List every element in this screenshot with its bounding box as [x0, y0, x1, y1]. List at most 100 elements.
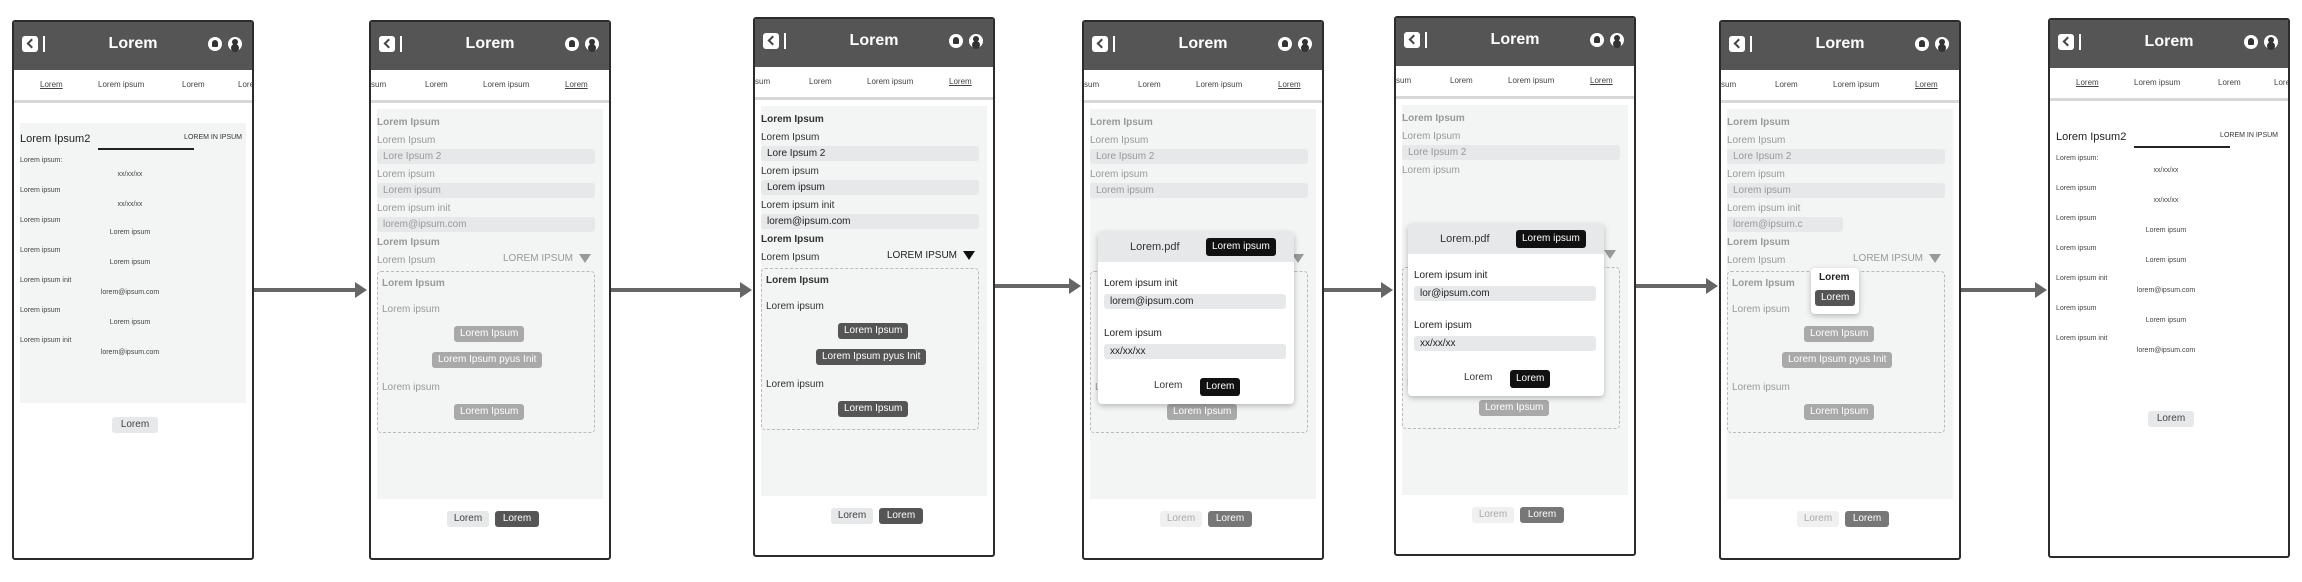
profile-icon[interactable]	[1298, 37, 1312, 51]
tab-4[interactable]: Lorem	[1915, 80, 1938, 89]
screen-6: Lorem sum Lorem Lorem ipsum Lorem Lorem …	[1719, 20, 1961, 560]
date-field[interactable]: xx/xx/xx	[1104, 344, 1286, 359]
notification-icon[interactable]	[565, 37, 579, 51]
cancel-button[interactable]: Lorem	[1148, 378, 1189, 394]
tab-1[interactable]: sum	[1396, 76, 1411, 85]
confirm-button[interactable]: Lorem	[1510, 370, 1551, 388]
upload-button[interactable]: Lorem Ipsum	[454, 326, 525, 342]
tab-2[interactable]: Lorem ipsum	[2134, 78, 2180, 87]
tab-3[interactable]: Lorem ipsum	[867, 77, 913, 86]
secondary-button[interactable]: Lorem	[1797, 511, 1839, 527]
upload-button[interactable]: Lorem Ipsum pyus Init	[1782, 352, 1893, 368]
notification-icon[interactable]	[1278, 37, 1292, 51]
tab-1[interactable]: sum	[1721, 80, 1736, 89]
primary-button[interactable]: Lorem	[1208, 511, 1252, 527]
notification-icon[interactable]	[2244, 35, 2258, 49]
file-action-button[interactable]: Lorem ipsum	[1206, 238, 1276, 256]
dropdown-select[interactable]: LOREM IPSUM	[503, 253, 591, 264]
profile-icon[interactable]	[1935, 37, 1949, 51]
action-button[interactable]: Lorem	[112, 417, 158, 433]
tab-3[interactable]: Lorem	[2218, 78, 2241, 87]
notification-icon[interactable]	[208, 37, 222, 51]
primary-button[interactable]: Lorem	[1845, 511, 1889, 527]
tab-3[interactable]: Lorem ipsum	[1833, 80, 1879, 89]
select-label: Lorem Ipsum	[761, 252, 820, 263]
tab-4[interactable]: Lore	[238, 80, 252, 89]
tab-1[interactable]: sum	[1084, 80, 1099, 89]
primary-button[interactable]: Lorem	[495, 511, 539, 527]
primary-button[interactable]: Lorem	[879, 508, 923, 524]
upload-button[interactable]: Lorem Ipsum	[1804, 326, 1875, 342]
tab-4[interactable]: Lorem	[565, 80, 588, 89]
tab-3[interactable]: Lorem ipsum	[1196, 80, 1242, 89]
text-field[interactable]: Lorem ipsum	[377, 183, 595, 198]
notification-icon[interactable]	[1590, 33, 1604, 47]
form-panel: Lorem Ipsum Lorem Ipsum Lore Ipsum 2 Lor…	[761, 106, 987, 496]
details-panel: Lorem Ipsum2 LOREM IN IPSUM Lorem ipsum:…	[20, 123, 246, 403]
notification-icon[interactable]	[949, 34, 963, 48]
profile-icon[interactable]	[228, 37, 242, 51]
upload-button[interactable]: Lorem Ipsum pyus Init	[816, 349, 927, 365]
tab-3[interactable]: Lorem ipsum	[483, 80, 529, 89]
email-field[interactable]: lorem@ipsum.c	[1727, 217, 1843, 232]
text-field[interactable]: Lore Ipsum 2	[1090, 149, 1308, 164]
tab-4[interactable]: Lorem	[2274, 78, 2288, 87]
tab-2[interactable]: Lorem	[1138, 80, 1161, 89]
text-field[interactable]: Lorem ipsum	[1727, 183, 1945, 198]
profile-icon[interactable]	[1610, 33, 1624, 47]
confirm-button[interactable]: Lorem	[1200, 378, 1241, 396]
tab-2[interactable]: Lorem ipsum	[98, 80, 144, 89]
tab-4[interactable]: Lorem	[949, 77, 972, 86]
secondary-button[interactable]: Lorem	[447, 511, 489, 527]
cancel-button[interactable]: Lorem	[1458, 370, 1499, 386]
profile-icon[interactable]	[2264, 35, 2278, 49]
upload-label: Lorem ipsum	[382, 304, 440, 315]
text-field[interactable]: Lore Ipsum 2	[1727, 149, 1945, 164]
tab-2[interactable]: Lorem	[1450, 76, 1473, 85]
secondary-button[interactable]: Lorem	[1160, 511, 1202, 527]
file-action-button[interactable]: Lorem ipsum	[1516, 230, 1586, 248]
row-label: Lorem ipsum	[2056, 215, 2097, 222]
action-button[interactable]: Lorem	[2148, 411, 2194, 427]
secondary-button[interactable]: Lorem	[1472, 507, 1514, 523]
tab-3[interactable]: Lorem ipsum	[1508, 76, 1554, 85]
upload-button[interactable]: Lorem Ipsum	[454, 404, 525, 420]
tab-1[interactable]: Lorem	[40, 80, 63, 89]
tab-1[interactable]: sum	[371, 80, 386, 89]
upload-button[interactable]: Lorem Ipsum	[838, 401, 909, 417]
text-field[interactable]: Lorem ipsum	[1090, 183, 1308, 198]
tab-2[interactable]: Lorem	[1775, 80, 1798, 89]
tab-4[interactable]: Lorem	[1590, 76, 1613, 85]
notification-icon[interactable]	[1915, 37, 1929, 51]
upload-button[interactable]: Lorem Ipsum	[1804, 404, 1875, 420]
tab-3[interactable]: Lorem	[182, 80, 205, 89]
secondary-button[interactable]: Lorem	[831, 508, 873, 524]
text-field[interactable]: Lorem ipsum	[761, 180, 979, 195]
upload-button[interactable]: Lorem Ipsum pyus Init	[432, 352, 543, 368]
profile-icon[interactable]	[585, 37, 599, 51]
upload-button[interactable]: Lorem Ipsum	[838, 323, 909, 339]
popup-option[interactable]: Lorem	[1815, 290, 1856, 306]
email-field[interactable]: lorem@ipsum.com	[377, 217, 595, 232]
tab-1[interactable]: Lorem	[2076, 78, 2099, 87]
tab-1[interactable]: sum	[755, 77, 770, 86]
text-field[interactable]: Lore Ipsum 2	[761, 146, 979, 161]
app-header: Lorem	[1396, 18, 1634, 66]
text-field[interactable]: Lore Ipsum 2	[377, 149, 595, 164]
email-field[interactable]: lor@ipsum.com	[1414, 286, 1596, 301]
email-field[interactable]: lorem@ipsum.com	[761, 214, 979, 229]
dropdown-select[interactable]: LOREM IPSUM	[1853, 253, 1941, 264]
text-field[interactable]: Lore Ipsum 2	[1402, 145, 1620, 160]
date-field[interactable]: xx/xx/xx	[1414, 336, 1596, 351]
tab-2[interactable]: Lorem	[809, 77, 832, 86]
primary-button[interactable]: Lorem	[1520, 507, 1564, 523]
tab-2[interactable]: Lorem	[425, 80, 448, 89]
heading-underline	[2134, 146, 2230, 148]
upload-button[interactable]: Lorem Ipsum	[1479, 400, 1550, 416]
dropdown-select[interactable]: LOREM IPSUM	[887, 250, 975, 261]
row-value: Lorem ipsum	[2145, 257, 2187, 264]
email-field[interactable]: lorem@ipsum.com	[1104, 294, 1286, 309]
upload-button[interactable]: Lorem Ipsum	[1167, 404, 1238, 420]
profile-icon[interactable]	[969, 34, 983, 48]
tab-4[interactable]: Lorem	[1278, 80, 1301, 89]
